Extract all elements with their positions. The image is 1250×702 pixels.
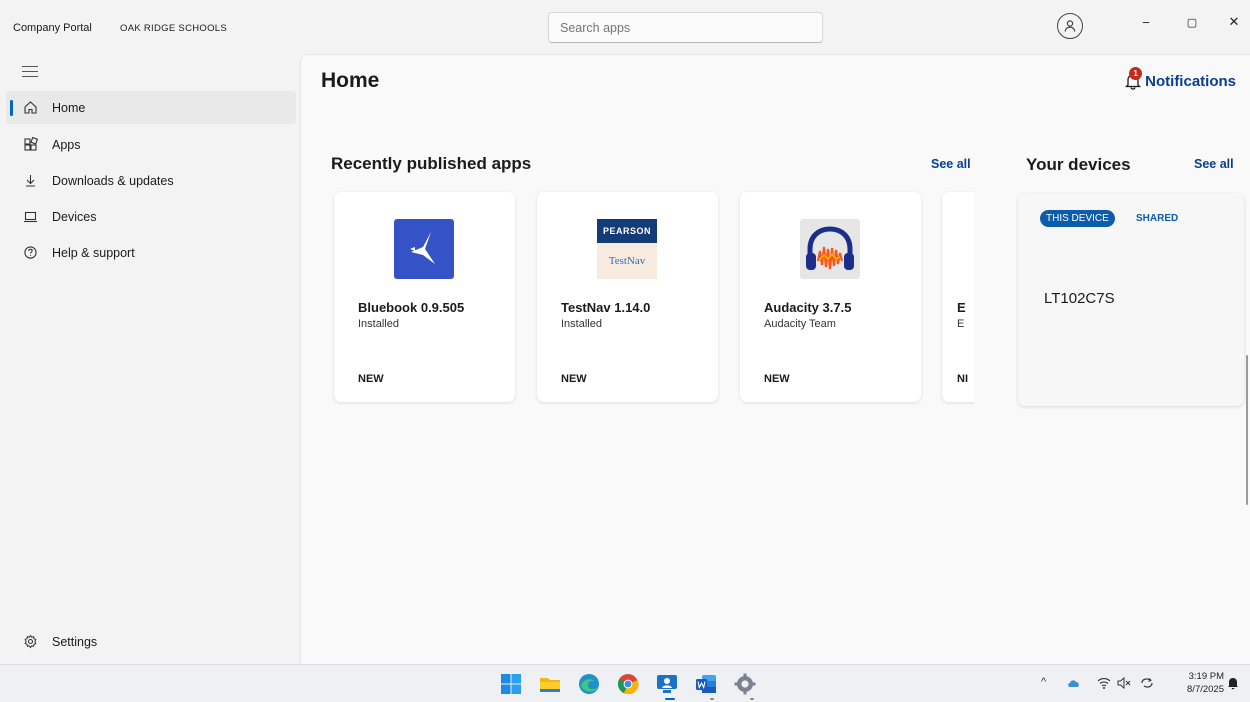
app-card-testnav[interactable]: PEARSON TestNav TestNav 1.14.0 Installed… xyxy=(537,192,718,402)
recent-apps-see-all-link[interactable]: See all xyxy=(931,157,971,171)
sidebar-item-label: Apps xyxy=(52,138,81,152)
running-app-indicator xyxy=(710,698,714,700)
battery-charging-icon[interactable] xyxy=(1139,676,1155,693)
windows-start-icon[interactable] xyxy=(499,672,523,696)
close-button[interactable]: ✕ xyxy=(1220,12,1248,32)
sidebar-item-label: Devices xyxy=(52,210,97,224)
app-name: TestNav 1.14.0 xyxy=(561,300,651,315)
help-icon xyxy=(22,244,38,260)
sidebar-item-help[interactable]: Help & support xyxy=(6,236,296,269)
person-icon xyxy=(1064,20,1076,32)
clock-date: 8/7/2025 xyxy=(1187,684,1224,695)
app-name: Audacity 3.7.5 xyxy=(764,300,852,315)
this-device-pill: THIS DEVICE xyxy=(1040,210,1115,227)
app-publisher: Audacity Team xyxy=(764,318,836,330)
app-status: Installed xyxy=(561,318,602,330)
sidebar-item-downloads[interactable]: Downloads & updates xyxy=(6,164,296,197)
pearson-logo-text: PEARSON xyxy=(597,219,657,243)
new-tag: NEW xyxy=(358,373,384,385)
devices-see-all-link[interactable]: See all xyxy=(1194,157,1234,171)
sidebar-item-label: Home xyxy=(52,101,86,115)
app-name: E xyxy=(957,300,966,315)
new-tag: NEW xyxy=(561,373,587,385)
org-name: OAK RIDGE SCHOOLS xyxy=(120,23,227,34)
taskbar: ^ 3:19 PM 8/7/2025 xyxy=(0,664,1250,702)
gear-icon xyxy=(22,633,38,649)
app-status: Installed xyxy=(358,318,399,330)
app-card-bluebook[interactable]: Bluebook 0.9.505 Installed NEW xyxy=(334,192,515,402)
download-icon xyxy=(22,172,38,188)
main-content: Home 1 Notifications Recently published … xyxy=(300,54,1250,664)
minimize-button[interactable]: − xyxy=(1132,12,1160,32)
device-name: LT102C7S xyxy=(1044,290,1115,307)
active-app-indicator xyxy=(665,698,675,700)
bluebook-icon xyxy=(394,219,454,279)
your-devices-title: Your devices xyxy=(1026,155,1131,174)
shared-label: SHARED xyxy=(1136,213,1179,224)
company-portal-icon[interactable] xyxy=(655,672,679,696)
app-publisher: E xyxy=(957,318,965,330)
page-title: Home xyxy=(321,69,380,92)
app-card-audacity[interactable]: Audacity 3.7.5 Audacity Team NEW xyxy=(740,192,921,402)
notification-bell-icon[interactable] xyxy=(1227,676,1239,693)
testnav-icon: PEARSON TestNav xyxy=(597,219,657,279)
app-name: Company Portal xyxy=(13,22,92,34)
home-icon xyxy=(22,99,38,115)
sidebar-item-label: Downloads & updates xyxy=(52,174,174,188)
app-card-partial[interactable]: E E NI xyxy=(942,192,974,402)
bell-icon: 1 xyxy=(1123,67,1143,91)
sidebar-item-devices[interactable]: Devices xyxy=(6,200,296,233)
scrollbar-thumb[interactable] xyxy=(1246,355,1248,505)
notifications-label: Notifications xyxy=(1145,72,1236,90)
file-explorer-icon[interactable] xyxy=(538,672,562,696)
system-clock[interactable]: 3:19 PM 8/7/2025 xyxy=(1187,670,1224,696)
app-carousel: Bluebook 0.9.505 Installed NEW PEARSON T… xyxy=(331,189,974,409)
running-app-indicator xyxy=(750,698,754,700)
edge-icon[interactable] xyxy=(577,672,601,696)
clock-time: 3:19 PM xyxy=(1188,671,1224,682)
apps-grid-icon xyxy=(22,136,38,152)
sidebar-item-home[interactable]: Home xyxy=(6,91,296,124)
account-avatar[interactable] xyxy=(1057,13,1083,39)
sidebar: Home Apps Downloads & updates Devices He… xyxy=(0,54,300,664)
title-bar: Company Portal OAK RIDGE SCHOOLS − ▢ ✕ xyxy=(0,0,1250,54)
word-icon[interactable] xyxy=(694,672,718,696)
settings-icon[interactable] xyxy=(733,672,757,696)
search-input[interactable] xyxy=(548,12,823,43)
notifications-button[interactable]: 1 Notifications xyxy=(1123,67,1236,91)
sidebar-item-settings[interactable]: Settings xyxy=(6,625,296,658)
device-card[interactable]: THIS DEVICE SHARED LT102C7S xyxy=(1018,193,1244,406)
testnav-logo-text: TestNav xyxy=(608,255,646,267)
new-tag: NEW xyxy=(764,373,790,385)
chrome-icon[interactable] xyxy=(616,672,640,696)
sidebar-item-apps[interactable]: Apps xyxy=(6,128,296,161)
volume-muted-icon[interactable] xyxy=(1116,676,1132,693)
recent-apps-title: Recently published apps xyxy=(331,154,532,173)
restore-button[interactable]: ▢ xyxy=(1178,12,1206,32)
sidebar-item-label: Settings xyxy=(52,635,98,649)
wifi-icon[interactable] xyxy=(1097,676,1111,693)
chevron-up-icon[interactable]: ^ xyxy=(1041,676,1046,688)
sidebar-item-label: Help & support xyxy=(52,246,135,260)
audacity-icon xyxy=(800,219,860,279)
menu-toggle-icon[interactable] xyxy=(22,66,38,78)
app-name: Bluebook 0.9.505 xyxy=(358,300,465,315)
new-tag: NI xyxy=(957,373,968,385)
active-indicator xyxy=(10,100,13,116)
laptop-icon xyxy=(22,208,38,224)
cloud-sync-icon[interactable] xyxy=(1066,676,1082,693)
